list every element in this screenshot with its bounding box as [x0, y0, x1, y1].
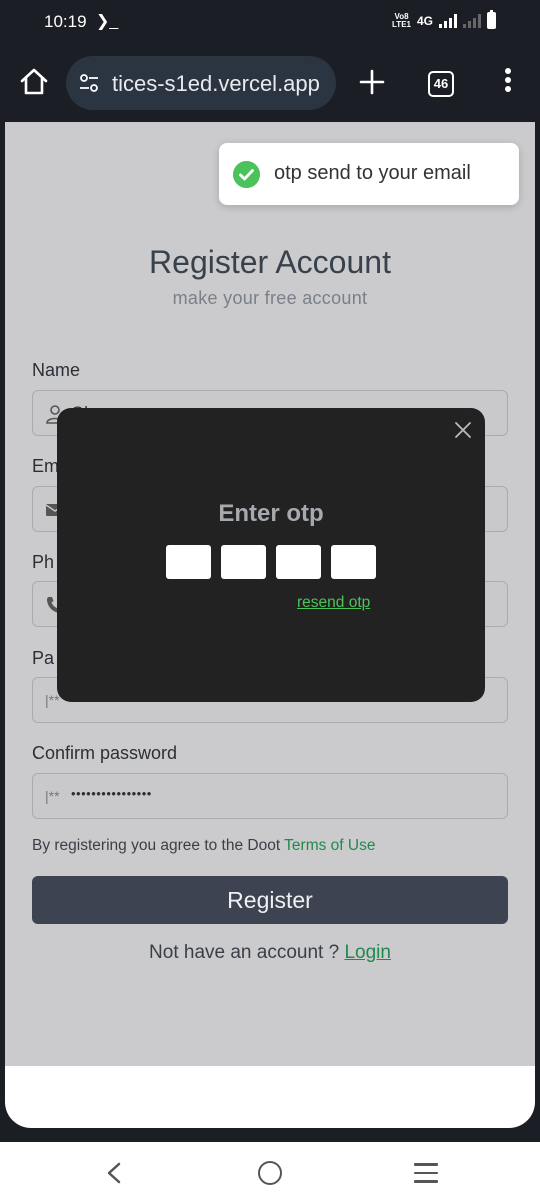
home-icon[interactable]: [18, 66, 50, 98]
resend-otp-link[interactable]: resend otp: [297, 594, 370, 612]
page-subtitle: make your free account: [172, 288, 368, 308]
recents-icon[interactable]: [414, 1163, 438, 1183]
otp-digit-2[interactable]: [221, 545, 266, 579]
terms-link[interactable]: Terms of Use: [284, 837, 375, 854]
home-nav-icon[interactable]: [258, 1161, 282, 1185]
back-icon[interactable]: [104, 1162, 124, 1184]
url-text[interactable]: tices-s1ed.vercel.app: [112, 71, 320, 97]
phone-label: Ph: [32, 552, 55, 572]
address-bar[interactable]: tices-s1ed.vercel.app: [66, 56, 336, 110]
battery-icon: [487, 10, 496, 29]
browser-toolbar: tices-s1ed.vercel.app 46: [0, 44, 540, 122]
confirm-password-value: ••••••••••••••••: [71, 786, 152, 801]
navigation-bar: [0, 1142, 540, 1202]
toast-message: otp send to your email: [274, 162, 471, 184]
web-page: Register Account make your free account …: [5, 122, 535, 1128]
tab-count-button[interactable]: 46: [428, 71, 454, 97]
status-bar: 10:19 ❯_ Vo8 LTE1 4G: [0, 0, 540, 44]
terms-notice: By registering you agree to the Doot Ter…: [32, 837, 376, 854]
otp-digit-1[interactable]: [166, 545, 211, 579]
page-title: Register Account: [149, 244, 391, 280]
password-placeholder: |**: [45, 692, 60, 708]
terminal-icon: ❯_: [96, 13, 119, 30]
otp-modal: Enter otp resend otp: [57, 408, 485, 702]
login-link[interactable]: Login: [344, 942, 391, 963]
confirm-password-label: Confirm password: [32, 743, 178, 763]
success-check-icon: [233, 161, 260, 188]
status-icons: Vo8 LTE1 4G: [392, 10, 496, 29]
close-icon[interactable]: [453, 420, 473, 440]
otp-title: Enter otp: [218, 500, 324, 527]
email-label: Em: [32, 456, 59, 476]
new-tab-icon[interactable]: [356, 66, 388, 98]
confirm-password-field[interactable]: |** ••••••••••••••••: [32, 773, 508, 819]
name-label: Name: [32, 360, 81, 380]
otp-digit-4[interactable]: [331, 545, 376, 579]
register-button[interactable]: Register: [32, 876, 508, 924]
site-settings-icon[interactable]: [78, 72, 100, 94]
confirm-password-placeholder: |**: [45, 788, 60, 804]
signal-2-icon: [463, 13, 481, 28]
volte-icon: Vo8 LTE1: [392, 11, 411, 29]
login-prompt: Not have an account ? Login: [149, 942, 391, 963]
toast-notification: otp send to your email: [219, 143, 519, 205]
network-type: 4G: [416, 13, 433, 28]
more-menu-icon[interactable]: [498, 68, 518, 98]
password-label: Pa: [32, 648, 55, 668]
clock: 10:19: [44, 12, 87, 31]
modal-backdrop: Register Account make your free account …: [5, 122, 535, 1066]
otp-digit-3[interactable]: [276, 545, 321, 579]
signal-icon: [439, 13, 457, 28]
